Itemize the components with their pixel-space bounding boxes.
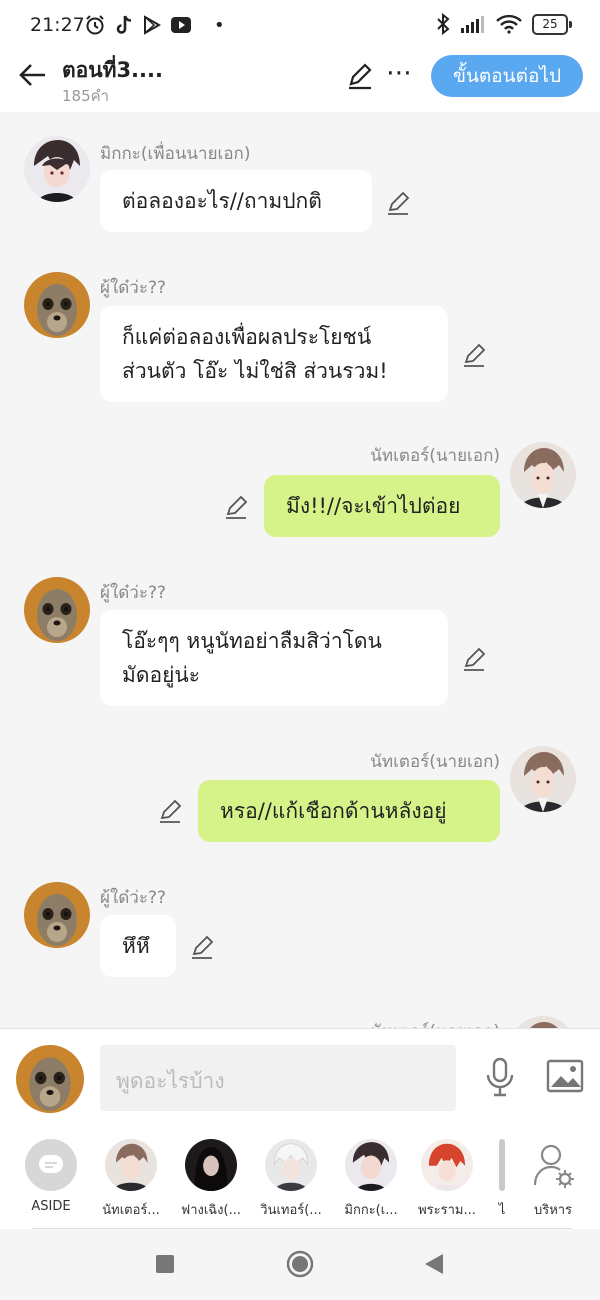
- next-step-button[interactable]: ขั้นตอนต่อไป: [431, 55, 583, 97]
- microphone-icon[interactable]: [484, 1057, 516, 1097]
- avatar: [499, 1139, 505, 1191]
- character-label: มิกกะ(เ...: [344, 1203, 398, 1218]
- bluetooth-icon: [437, 13, 450, 35]
- status-notification-icons: •: [84, 14, 225, 36]
- edit-message-icon[interactable]: [190, 934, 216, 960]
- recent-apps-icon[interactable]: [155, 1254, 175, 1274]
- avatar-mikka[interactable]: [24, 136, 90, 202]
- tiktok-icon: [116, 15, 132, 34]
- avatar: [345, 1139, 397, 1191]
- character-nutter[interactable]: นัทเตอร์...: [91, 1139, 171, 1220]
- message-bubble[interactable]: ต่อลองอะไร//ถามปกติ: [100, 170, 372, 232]
- character-label: ไ: [498, 1203, 506, 1218]
- avatar: [265, 1139, 317, 1191]
- speaker-name: ผู้ใด๋ว่ะ??: [100, 278, 167, 298]
- message-line: โอ๊ะๆๆ หนูนัทอย่าลืมสิว่าโดน: [122, 629, 382, 653]
- character-label: ASIDE: [31, 1199, 71, 1214]
- avatar-nutter[interactable]: [510, 1016, 576, 1028]
- speaker-name: นัทเตอร์(นายเอก): [370, 446, 500, 466]
- edit-message-icon[interactable]: [462, 646, 488, 672]
- message-bubble[interactable]: หรอ//แก้เชือกด้านหลังอยู่: [198, 780, 500, 842]
- character-label: นัทเตอร์...: [102, 1203, 160, 1218]
- speaker-name: ผู้ใด๋ว่ะ??: [100, 888, 167, 908]
- avatar: [421, 1139, 473, 1191]
- status-bar: 21:27 • 25: [0, 0, 600, 50]
- edit-message-icon[interactable]: [158, 798, 184, 824]
- message-line: มัดอยู่น่ะ: [122, 663, 201, 687]
- signal-icon: [461, 16, 484, 33]
- speaker-name: นัทเตอร์(นายเอก): [370, 752, 500, 772]
- battery-icon: 25: [532, 13, 572, 35]
- manage-user-icon: [527, 1139, 579, 1191]
- message-bubble[interactable]: หึหึ: [100, 915, 176, 977]
- character-label: พระราม...: [418, 1203, 476, 1218]
- character-fangcheng[interactable]: ฟางเฉิง(...: [171, 1139, 251, 1220]
- character-phraram[interactable]: พระราม...: [407, 1139, 487, 1220]
- message-input-bar: พูดอะไรบ้าง: [0, 1028, 600, 1130]
- word-count: 185คำ: [62, 87, 110, 105]
- message-line: หึหึ: [122, 934, 150, 958]
- battery-level: 25: [542, 16, 558, 31]
- edit-title-icon[interactable]: [346, 62, 374, 90]
- message-input[interactable]: พูดอะไรบ้าง: [100, 1045, 456, 1111]
- avatar-meerkat[interactable]: [24, 882, 90, 948]
- avatar-meerkat[interactable]: [24, 272, 90, 338]
- manage-characters-button[interactable]: บริหาร: [513, 1139, 593, 1220]
- character-mikka[interactable]: มิกกะ(เ...: [331, 1139, 411, 1220]
- message-bubble[interactable]: โอ๊ะๆๆ หนูนัทอย่าลืมสิว่าโดน มัดอยู่น่ะ: [100, 610, 448, 706]
- chat-area[interactable]: มิกกะ(เพื่อนนายเอก) ต่อลองอะไร//ถามปกติ …: [0, 112, 600, 1028]
- back-arrow-icon[interactable]: [18, 60, 48, 90]
- current-speaker-avatar[interactable]: [16, 1045, 84, 1113]
- speaker-name: มิกกะ(เพื่อนนายเอก): [100, 144, 251, 164]
- speaker-name: นัทเตอร์(นายเอก): [370, 1018, 500, 1028]
- character-selector: ASIDE นัทเตอร์... ฟางเฉิง(... วินเทอร์(.…: [0, 1129, 600, 1229]
- episode-title: ตอนที่3....: [62, 58, 163, 82]
- character-label: บริหาร: [533, 1203, 573, 1218]
- status-system-icons: 25: [436, 13, 572, 35]
- avatar-nutter[interactable]: [510, 746, 576, 812]
- aside-chat-icon: [25, 1139, 77, 1191]
- message-line: มึง!!//จะเข้าไปต่อย: [286, 494, 461, 518]
- character-partial[interactable]: ไ: [497, 1139, 507, 1220]
- avatar-meerkat[interactable]: [24, 577, 90, 643]
- message-bubble[interactable]: มึง!!//จะเข้าไปต่อย: [264, 475, 500, 537]
- more-options-icon[interactable]: ⋯: [386, 58, 413, 88]
- speaker-name: ผู้ใด๋ว่ะ??: [100, 583, 167, 603]
- more-notifications-dot: •: [214, 14, 225, 36]
- avatar-nutter[interactable]: [510, 442, 576, 508]
- character-winter[interactable]: วินเทอร์(...: [251, 1139, 331, 1220]
- character-label: วินเทอร์(...: [260, 1203, 322, 1218]
- back-nav-icon[interactable]: [424, 1253, 444, 1275]
- character-label: ฟางเฉิง(...: [181, 1203, 241, 1218]
- message-line: หรอ//แก้เชือกด้านหลังอยู่: [220, 799, 447, 823]
- play-store-icon: [144, 15, 162, 35]
- message-line: ก็แค่ต่อลองเพื่อผลประโยชน์: [122, 325, 372, 349]
- status-time: 21:27: [30, 14, 85, 36]
- episode-header: ตอนที่3.... 185คำ ⋯ ขั้นตอนต่อไป: [0, 50, 600, 112]
- message-line: ต่อลองอะไร//ถามปกติ: [122, 189, 322, 213]
- avatar: [185, 1139, 237, 1191]
- edit-message-icon[interactable]: [462, 342, 488, 368]
- avatar: [105, 1139, 157, 1191]
- character-aside[interactable]: ASIDE: [11, 1139, 91, 1214]
- wifi-icon: [496, 14, 522, 34]
- system-navigation-bar: [0, 1229, 600, 1300]
- edit-message-icon[interactable]: [386, 190, 412, 216]
- message-line: ส่วนตัว โอ๊ะ ไม่ใช่สิ ส่วนรวม!: [122, 359, 388, 383]
- image-icon[interactable]: [546, 1059, 584, 1093]
- edit-message-icon[interactable]: [224, 494, 250, 520]
- alarm-icon: [86, 15, 104, 35]
- home-icon[interactable]: [286, 1250, 314, 1278]
- message-bubble[interactable]: ก็แค่ต่อลองเพื่อผลประโยชน์ ส่วนตัว โอ๊ะ …: [100, 306, 448, 402]
- youtube-icon: [171, 17, 191, 33]
